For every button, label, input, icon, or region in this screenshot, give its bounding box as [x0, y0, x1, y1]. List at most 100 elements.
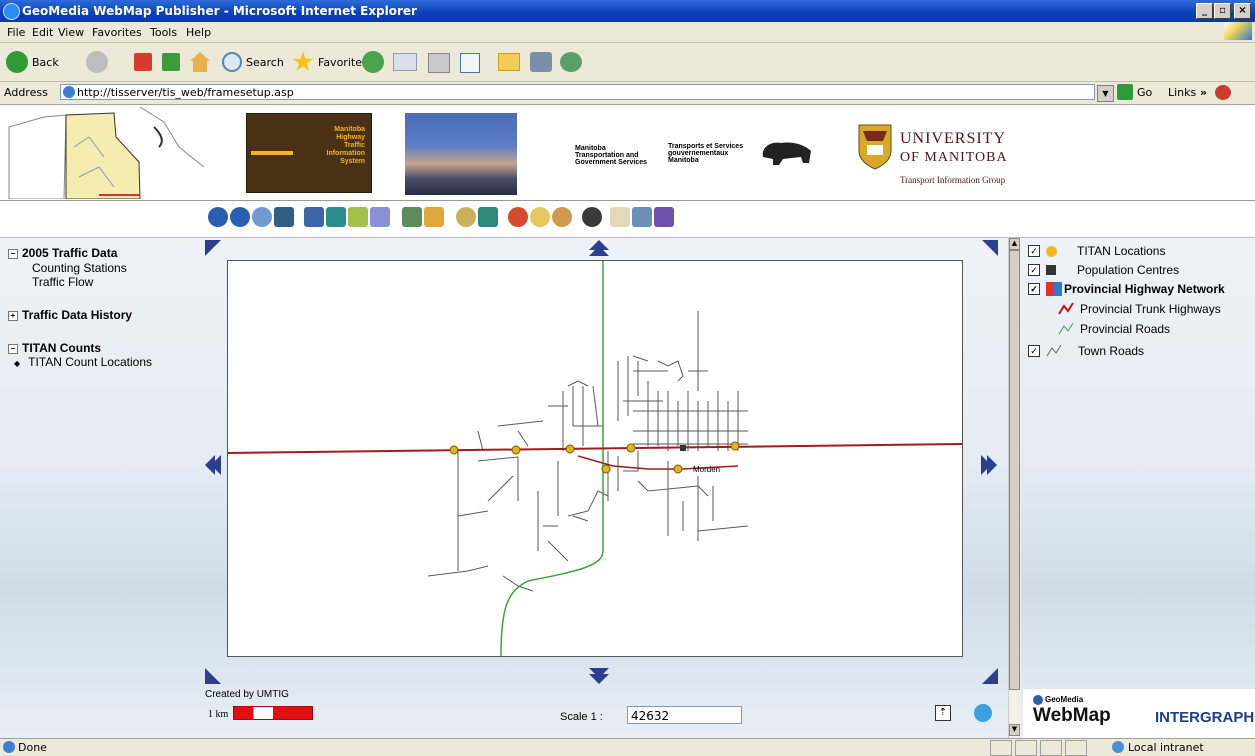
- tree-item-traffic-flow[interactable]: Traffic Flow: [32, 275, 93, 289]
- collapse-icon[interactable]: −: [8, 344, 18, 354]
- tree-section-traffic-history[interactable]: + Traffic Data History: [8, 308, 132, 322]
- word-edit-icon[interactable]: [460, 53, 480, 73]
- go-button[interactable]: Go: [1117, 84, 1152, 100]
- menu-tools[interactable]: Tools: [150, 26, 177, 39]
- legend-item-highway-network[interactable]: ✓ Provincial Highway Network: [1028, 282, 1225, 296]
- query-icon[interactable]: [456, 207, 476, 227]
- zoom-area-icon[interactable]: [252, 207, 272, 227]
- scalebar-label: 1 km: [208, 709, 229, 720]
- titan-location[interactable]: [601, 464, 611, 474]
- refresh-icon[interactable]: [162, 53, 180, 71]
- print-icon[interactable]: [428, 53, 450, 73]
- map-view[interactable]: Morden: [227, 260, 963, 657]
- pan-southwest-icon[interactable]: [205, 668, 221, 684]
- titan-location[interactable]: [449, 445, 459, 455]
- close-button[interactable]: ×: [1234, 3, 1251, 19]
- messenger-icon[interactable]: [560, 52, 582, 72]
- tree-item-counting-stations[interactable]: Counting Stations: [32, 261, 127, 275]
- analysis-icon-3[interactable]: [552, 207, 572, 227]
- links-button[interactable]: Links: [1168, 86, 1196, 99]
- measure-icon[interactable]: [348, 207, 368, 227]
- analysis-icon-1[interactable]: [508, 207, 528, 227]
- expand-icon[interactable]: +: [8, 311, 18, 321]
- favorites-button[interactable]: Favorites: [292, 50, 368, 74]
- tree-item-titan-count-locations[interactable]: ◆ TITAN Count Locations: [14, 355, 152, 369]
- export-icon[interactable]: [654, 207, 674, 227]
- zoom-out-icon[interactable]: [230, 207, 250, 227]
- address-input[interactable]: http://tisserver/tis_web/framesetup.asp: [60, 84, 1095, 100]
- home-icon[interactable]: [190, 52, 210, 72]
- pan-northwest-icon[interactable]: [205, 240, 221, 256]
- address-dropdown-button[interactable]: ▼: [1097, 85, 1114, 102]
- scroll-up-icon[interactable]: ▲: [1009, 238, 1020, 250]
- map-canvas[interactable]: Morden: [227, 261, 963, 657]
- intergraph-logo: INTERGRAPH: [1155, 709, 1255, 726]
- research-icon[interactable]: [530, 52, 552, 72]
- titan-location[interactable]: [730, 441, 740, 451]
- back-button[interactable]: Back: [6, 50, 59, 74]
- fit-selected-icon[interactable]: [326, 207, 346, 227]
- tree-section-titan-counts[interactable]: − TITAN Counts: [8, 341, 101, 355]
- search-button[interactable]: Search: [222, 50, 284, 74]
- pan-north-icon[interactable]: [589, 240, 609, 256]
- gov-english-text: Manitoba Transportation and Government Ser…: [575, 145, 647, 166]
- upload-icon[interactable]: ⇡: [935, 705, 951, 721]
- zoom-in-icon[interactable]: [208, 207, 228, 227]
- status-pane: [1015, 740, 1037, 756]
- legend-item-trunk-highways[interactable]: Provincial Trunk Highways: [1058, 302, 1221, 316]
- restore-button[interactable]: ▫: [1214, 3, 1231, 19]
- titan-location[interactable]: [511, 445, 521, 455]
- stop-icon[interactable]: [134, 53, 152, 71]
- refresh-map-icon[interactable]: [424, 207, 444, 227]
- pan-southeast-icon[interactable]: [982, 668, 998, 684]
- forward-arrow-icon[interactable]: [86, 51, 108, 73]
- titan-location[interactable]: [565, 444, 575, 454]
- menu-favorites[interactable]: Favorites: [92, 26, 142, 39]
- legend-checkbox[interactable]: ✓: [1028, 345, 1040, 357]
- menu-help[interactable]: Help: [186, 26, 211, 39]
- pan-northeast-icon[interactable]: [982, 240, 998, 256]
- pan-icon[interactable]: [274, 207, 294, 227]
- find-icon[interactable]: [582, 207, 602, 227]
- pan-west-icon[interactable]: [205, 455, 221, 475]
- legend-item-provincial-roads[interactable]: Provincial Roads: [1058, 322, 1170, 336]
- pan-east-icon[interactable]: [981, 455, 997, 475]
- titan-symbol-icon: [1046, 245, 1057, 257]
- minimize-button[interactable]: _: [1196, 3, 1213, 19]
- analysis-icon-2[interactable]: [530, 207, 550, 227]
- pan-south-icon[interactable]: [589, 668, 609, 684]
- links-chevron-icon[interactable]: »: [1200, 86, 1207, 99]
- legend-checkbox[interactable]: ✓: [1028, 283, 1040, 295]
- tree-section-2005-traffic[interactable]: −2005 Traffic Data: [8, 246, 117, 260]
- legend-checkbox[interactable]: ✓: [1028, 245, 1040, 257]
- legend-item-population-centres[interactable]: ✓ Population Centres: [1028, 263, 1179, 277]
- titan-location[interactable]: [673, 464, 683, 474]
- go-map-icon[interactable]: [974, 704, 992, 722]
- bullet-icon: ◆: [14, 359, 21, 368]
- mail-icon[interactable]: [393, 53, 417, 71]
- print-map-icon[interactable]: [632, 207, 652, 227]
- scale-input[interactable]: 42632: [627, 706, 742, 724]
- history-icon[interactable]: [362, 51, 384, 73]
- labels-icon[interactable]: [610, 207, 630, 227]
- scroll-down-icon[interactable]: ▼: [1009, 724, 1020, 736]
- folder-icon[interactable]: [498, 53, 520, 71]
- titan-location[interactable]: [626, 443, 636, 453]
- layer-icon[interactable]: [402, 207, 422, 227]
- fit-all-icon[interactable]: [304, 207, 324, 227]
- menu-view[interactable]: View: [58, 26, 84, 39]
- map-toolbar: [0, 201, 1255, 238]
- menu-file[interactable]: File: [7, 26, 25, 39]
- scroll-thumb[interactable]: [1009, 250, 1020, 690]
- collapse-icon[interactable]: −: [8, 249, 18, 259]
- address-bar: Address http://tisserver/tis_web/framese…: [0, 82, 1255, 105]
- select-icon[interactable]: [370, 207, 390, 227]
- ie-page-icon: [3, 741, 15, 753]
- translate-icon[interactable]: [1215, 85, 1231, 100]
- menu-edit[interactable]: Edit: [32, 26, 53, 39]
- legend-item-titan-locations[interactable]: ✓ TITAN Locations: [1028, 244, 1165, 258]
- population-centre-marker[interactable]: [680, 445, 686, 451]
- table-icon[interactable]: [478, 207, 498, 227]
- legend-item-town-roads[interactable]: ✓ Town Roads: [1028, 344, 1144, 358]
- legend-checkbox[interactable]: ✓: [1028, 264, 1040, 276]
